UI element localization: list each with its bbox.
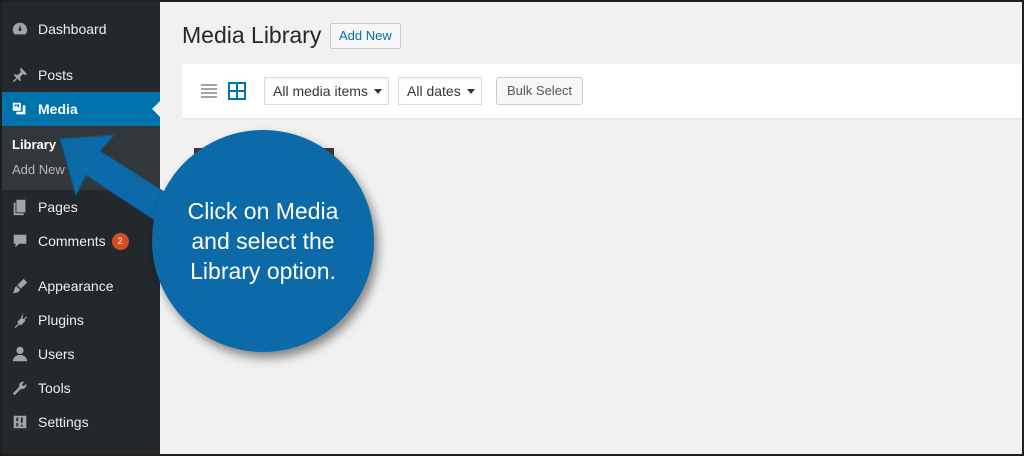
callout-text: Click on Media and select the Library op…	[187, 198, 339, 284]
sidebar-item-label: Users	[38, 346, 75, 362]
media-type-value: All media items	[273, 83, 368, 99]
comment-icon	[10, 231, 30, 251]
dashboard-icon	[10, 19, 30, 39]
date-filter-value: All dates	[407, 83, 461, 99]
page-title: Media Library	[182, 22, 322, 48]
plug-icon	[10, 310, 30, 330]
add-new-button[interactable]: Add New	[330, 23, 401, 49]
sidebar-item-posts[interactable]: Posts	[2, 58, 160, 92]
pin-icon	[10, 65, 30, 85]
media-toolbar: All media items All dates Bulk Select	[182, 64, 1022, 118]
wrench-icon	[10, 378, 30, 398]
sidebar-item-label: Media	[38, 101, 78, 117]
sidebar-item-dashboard[interactable]: Dashboard	[2, 12, 160, 46]
bulk-select-button[interactable]: Bulk Select	[496, 77, 584, 105]
user-icon	[10, 344, 30, 364]
pages-icon	[10, 197, 30, 217]
instruction-callout: Click on Media and select the Library op…	[152, 130, 374, 352]
list-view-icon[interactable]	[198, 80, 220, 102]
sidebar-item-appearance[interactable]: Appearance	[2, 269, 160, 303]
chevron-down-icon	[373, 89, 382, 94]
sidebar-item-label: Tools	[38, 380, 71, 396]
media-type-select[interactable]: All media items	[264, 77, 389, 105]
date-filter-select[interactable]: All dates	[398, 77, 482, 105]
grid-view-icon[interactable]	[226, 80, 248, 102]
sidebar-item-settings[interactable]: Settings	[2, 405, 160, 439]
sidebar-item-users[interactable]: Users	[2, 337, 160, 371]
sidebar-item-tools[interactable]: Tools	[2, 371, 160, 405]
brush-icon	[10, 276, 30, 296]
sidebar-item-label: Appearance	[38, 278, 114, 294]
sliders-icon	[10, 412, 30, 432]
sidebar-item-label: Settings	[38, 414, 89, 430]
sidebar-item-plugins[interactable]: Plugins	[2, 303, 160, 337]
media-icon	[10, 99, 30, 119]
sidebar-item-label: Dashboard	[38, 21, 107, 37]
sidebar-item-label: Plugins	[38, 312, 84, 328]
sidebar-item-label: Posts	[38, 67, 74, 83]
sidebar-item-media[interactable]: Media	[2, 92, 160, 126]
chevron-down-icon	[466, 89, 475, 94]
